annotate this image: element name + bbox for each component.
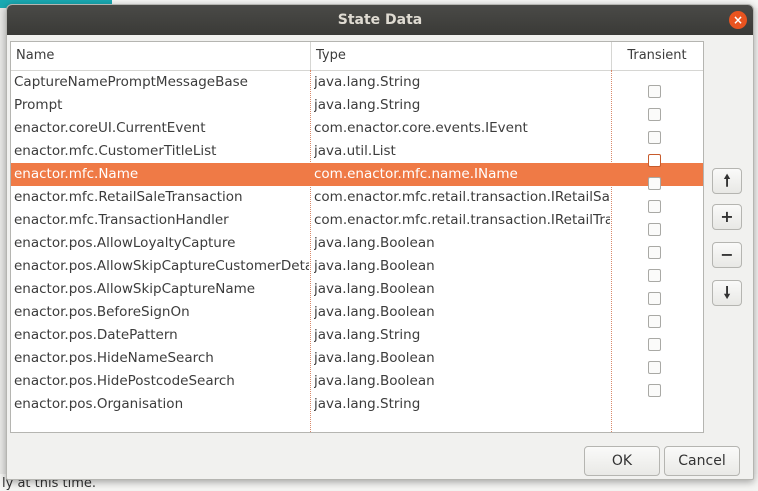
- transient-checkbox[interactable]: [648, 246, 661, 259]
- plus-icon: +: [720, 207, 734, 226]
- table-body: CaptureNamePromptMessageBase java.lang.St…: [11, 71, 703, 416]
- table-row[interactable]: enactor.pos.AllowSkipCaptureCustomerDeta…: [11, 246, 703, 278]
- transient-checkbox[interactable]: [648, 154, 661, 167]
- table-row[interactable]: enactor.pos.HidePostcodeSearch java.lang.…: [11, 361, 703, 393]
- dialog-title: State Data: [337, 12, 423, 28]
- row-type-cell[interactable]: java.lang.Boolean: [314, 370, 610, 393]
- row-type-cell[interactable]: java.lang.Boolean: [314, 347, 610, 370]
- row-type-cell[interactable]: java.lang.String: [314, 324, 610, 347]
- move-down-button[interactable]: 🠗: [712, 280, 742, 306]
- row-type-cell[interactable]: java.lang.Boolean: [314, 232, 610, 255]
- table-row[interactable]: enactor.mfc.TransactionHandler com.enacto…: [11, 200, 703, 232]
- row-name-cell[interactable]: enactor.pos.BeforeSignOn: [14, 301, 309, 324]
- add-row-button[interactable]: +: [712, 204, 742, 230]
- table-row[interactable]: Prompt java.lang.String: [11, 85, 703, 117]
- move-up-button[interactable]: 🠕: [712, 168, 742, 194]
- row-type-cell[interactable]: java.lang.String: [314, 94, 610, 117]
- remove-row-button[interactable]: −: [712, 242, 742, 268]
- row-name-cell[interactable]: enactor.coreUI.CurrentEvent: [14, 117, 309, 140]
- row-name-cell[interactable]: enactor.pos.DatePattern: [14, 324, 309, 347]
- transient-checkbox[interactable]: [648, 177, 661, 190]
- row-name-cell[interactable]: enactor.mfc.RetailSaleTransaction: [14, 186, 309, 209]
- row-type-cell[interactable]: com.enactor.mfc.retail.transaction.IReta…: [314, 209, 610, 232]
- row-type-cell[interactable]: java.lang.String: [314, 393, 610, 416]
- table-row[interactable]: enactor.pos.AllowSkipCaptureName java.lan…: [11, 269, 703, 301]
- table-row[interactable]: enactor.pos.HideNameSearch java.lang.Bool…: [11, 338, 703, 370]
- row-type-cell[interactable]: com.enactor.mfc.retail.transaction.IReta…: [314, 186, 610, 209]
- arrow-up-icon: 🠕: [723, 171, 731, 190]
- transient-checkbox[interactable]: [648, 292, 661, 305]
- row-name-cell[interactable]: enactor.pos.Organisation: [14, 393, 309, 416]
- row-name-cell[interactable]: enactor.mfc.Name: [14, 163, 309, 186]
- cancel-button[interactable]: Cancel: [664, 446, 740, 476]
- transient-checkbox[interactable]: [648, 85, 661, 98]
- row-type-cell[interactable]: com.enactor.core.events.IEvent: [314, 117, 610, 140]
- row-name-cell[interactable]: enactor.pos.AllowLoyaltyCapture: [14, 232, 309, 255]
- row-name-cell[interactable]: enactor.pos.HidePostcodeSearch: [14, 370, 309, 393]
- row-type-cell[interactable]: java.lang.Boolean: [314, 301, 610, 324]
- column-header-name[interactable]: Name: [16, 42, 54, 70]
- minus-icon: −: [720, 245, 734, 264]
- row-type-cell[interactable]: java.lang.Boolean: [314, 255, 610, 278]
- state-data-dialog: State Data × Name Type Transient Capture…: [6, 4, 754, 480]
- arrow-down-icon: 🠗: [723, 283, 731, 302]
- transient-checkbox[interactable]: [648, 108, 661, 121]
- state-data-table: Name Type Transient CaptureNamePromptMes…: [10, 41, 704, 433]
- row-name-cell[interactable]: enactor.mfc.CustomerTitleList: [14, 140, 309, 163]
- row-name-cell[interactable]: enactor.mfc.TransactionHandler: [14, 209, 309, 232]
- table-row[interactable]: CaptureNamePromptMessageBase java.lang.St…: [11, 71, 703, 94]
- transient-checkbox[interactable]: [648, 338, 661, 351]
- row-type-cell[interactable]: java.lang.String: [314, 71, 610, 94]
- table-row[interactable]: enactor.pos.DatePattern java.lang.String: [11, 315, 703, 347]
- transient-checkbox[interactable]: [648, 269, 661, 282]
- dialog-titlebar: State Data: [7, 5, 753, 35]
- table-header: Name Type Transient: [11, 42, 703, 71]
- close-icon[interactable]: ×: [729, 11, 747, 29]
- row-type-cell[interactable]: java.util.List: [314, 140, 610, 163]
- table-row[interactable]: enactor.mfc.CustomerTitleList java.util.L…: [11, 131, 703, 163]
- transient-checkbox[interactable]: [648, 384, 661, 397]
- table-row[interactable]: enactor.pos.Organisation java.lang.String: [11, 384, 703, 416]
- row-name-cell[interactable]: enactor.pos.AllowSkipCaptureName: [14, 278, 309, 301]
- row-name-cell[interactable]: enactor.pos.AllowSkipCaptureCustomerDeta…: [14, 255, 309, 278]
- table-row[interactable]: enactor.pos.BeforeSignOn java.lang.Boolea…: [11, 292, 703, 324]
- row-type-cell[interactable]: java.lang.Boolean: [314, 278, 610, 301]
- row-name-cell[interactable]: Prompt: [14, 94, 309, 117]
- row-type-cell[interactable]: com.enactor.mfc.name.IName: [314, 163, 610, 186]
- header-divider[interactable]: [310, 42, 311, 70]
- column-header-transient[interactable]: Transient: [611, 42, 703, 70]
- table-row[interactable]: enactor.coreUI.CurrentEvent com.enactor.c…: [11, 108, 703, 140]
- transient-checkbox[interactable]: [648, 315, 661, 328]
- column-header-type[interactable]: Type: [316, 42, 346, 70]
- table-row[interactable]: enactor.mfc.Name com.enactor.mfc.name.INa…: [11, 154, 703, 186]
- ok-button[interactable]: OK: [584, 446, 660, 476]
- transient-checkbox[interactable]: [648, 200, 661, 213]
- row-name-cell[interactable]: CaptureNamePromptMessageBase: [14, 71, 309, 94]
- row-name-cell[interactable]: enactor.pos.HideNameSearch: [14, 347, 309, 370]
- transient-checkbox[interactable]: [648, 223, 661, 236]
- transient-checkbox[interactable]: [648, 361, 661, 374]
- table-row[interactable]: enactor.pos.AllowLoyaltyCapture java.lang…: [11, 223, 703, 255]
- table-row[interactable]: enactor.mfc.RetailSaleTransaction com.ena…: [11, 177, 703, 209]
- transient-checkbox[interactable]: [648, 131, 661, 144]
